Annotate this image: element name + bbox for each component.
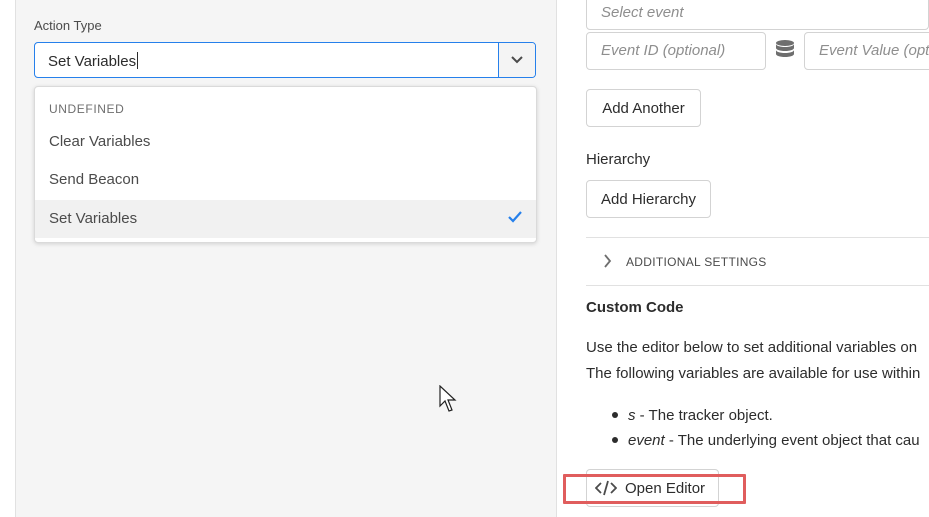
mouse-pointer-icon — [439, 385, 457, 412]
option-clear-variables[interactable]: Clear Variables — [35, 123, 536, 161]
action-type-label: Action Type — [34, 18, 102, 33]
data-element-icon[interactable] — [774, 39, 796, 61]
option-send-beacon[interactable]: Send Beacon — [35, 161, 536, 199]
left-margin — [0, 0, 15, 517]
action-type-value[interactable]: Set Variables — [48, 52, 139, 70]
custom-code-description-1: Use the editor below to set additional v… — [586, 339, 918, 356]
chevron-right-icon[interactable] — [603, 254, 612, 268]
option-set-variables[interactable]: Set Variables — [35, 200, 536, 238]
add-another-button[interactable]: Add Another — [586, 89, 701, 127]
event-id-field[interactable]: Event ID (optional) — [586, 32, 766, 70]
checkmark-icon — [508, 211, 522, 223]
action-type-select[interactable]: Set Variables — [34, 42, 536, 78]
text-cursor — [137, 52, 139, 69]
dropdown-section-header: UNDEFINED — [49, 102, 125, 116]
divider-bottom — [586, 285, 929, 286]
dropdown-toggle-button[interactable] — [498, 43, 535, 77]
highlight-annotation — [563, 474, 746, 504]
action-type-dropdown: UNDEFINED Clear Variables Send Beacon Se… — [34, 86, 537, 243]
select-event-field[interactable]: Select event — [586, 0, 929, 30]
add-hierarchy-button[interactable]: Add Hierarchy — [586, 180, 711, 218]
custom-code-description-2: The following variables are available fo… — [586, 365, 921, 382]
additional-settings-toggle[interactable]: ADDITIONAL SETTINGS — [626, 255, 767, 269]
divider-top — [586, 237, 929, 238]
bullet-event-object: event - The underlying event object that… — [612, 432, 920, 449]
event-value-field[interactable]: Event Value (optional) — [804, 32, 929, 70]
bullet-tracker-object: s - The tracker object. — [612, 407, 773, 424]
custom-code-title: Custom Code — [586, 299, 684, 316]
hierarchy-label: Hierarchy — [586, 151, 651, 168]
chevron-down-icon — [511, 56, 523, 64]
